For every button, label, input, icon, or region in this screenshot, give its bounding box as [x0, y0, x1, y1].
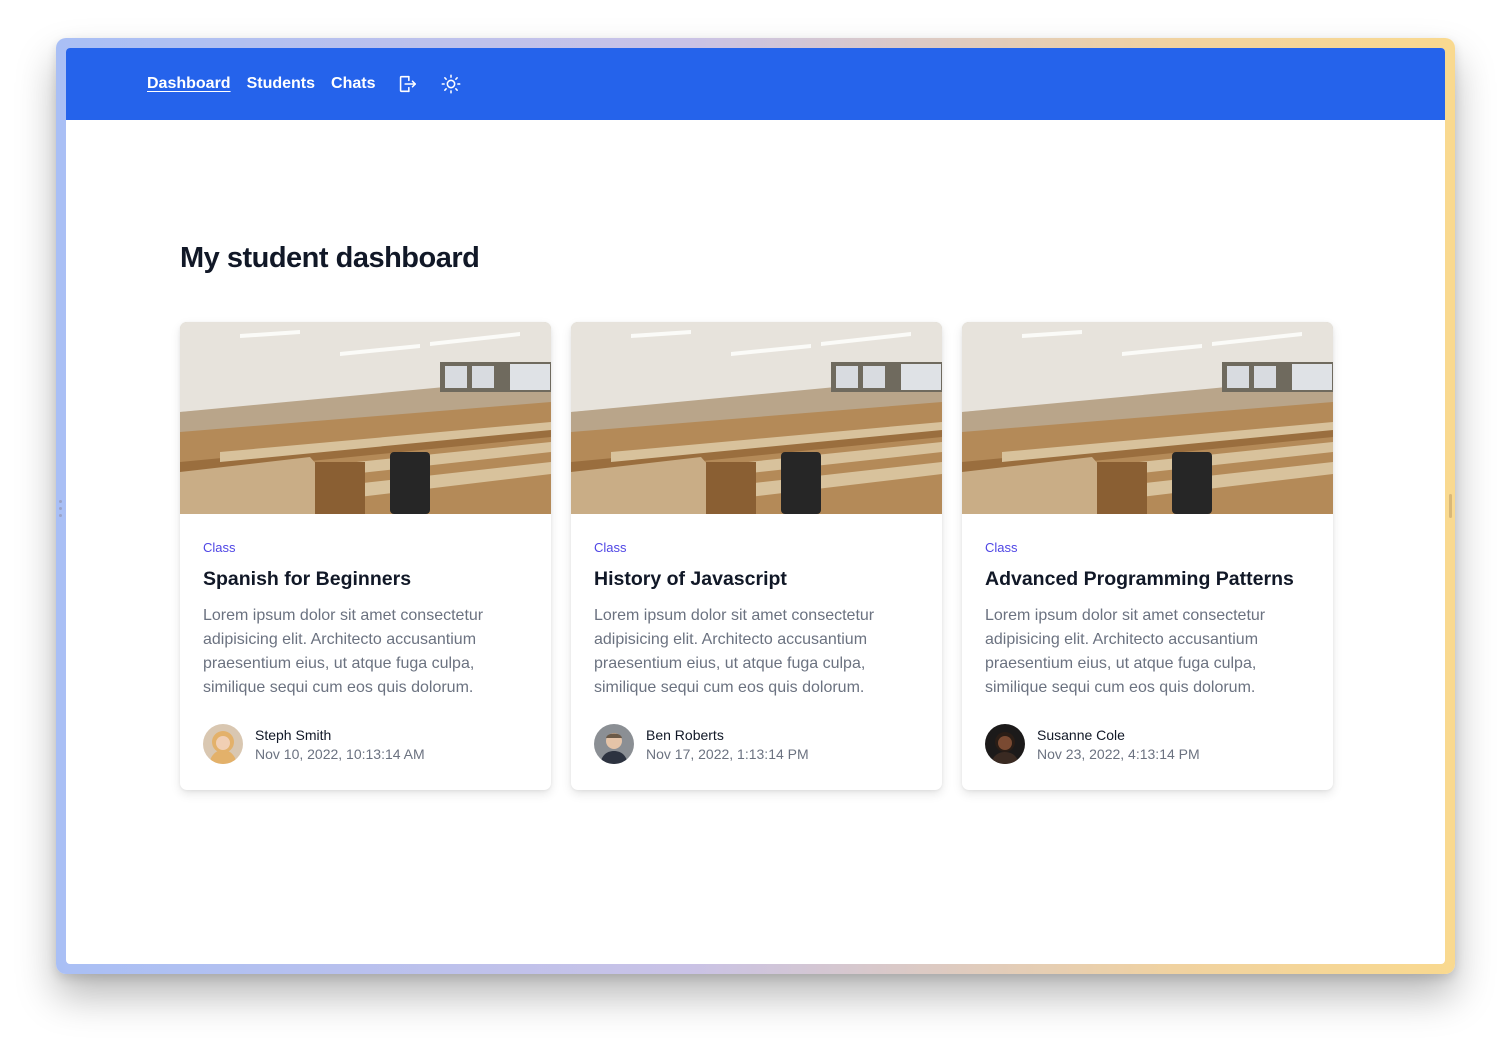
card-author: Ben Roberts Nov 17, 2022, 1:13:14 PM — [594, 724, 919, 764]
class-card[interactable]: Class History of Javascript Lorem ipsum … — [571, 322, 942, 790]
card-body: Class Advanced Programming Patterns Lore… — [962, 514, 1333, 764]
card-title[interactable]: Spanish for Beginners — [203, 568, 528, 591]
card-description: Lorem ipsum dolor sit amet consectetur a… — [985, 607, 1266, 696]
card-author: Susanne Cole Nov 23, 2022, 4:13:14 PM — [985, 724, 1310, 764]
avatar[interactable] — [985, 724, 1025, 764]
lecture-hall-image — [962, 322, 1333, 514]
browser-viewport: Dashboard Students Chats My student dash… — [66, 48, 1445, 964]
card-category: Class — [594, 540, 627, 555]
resize-grip-left[interactable] — [59, 500, 63, 524]
card-body: Class History of Javascript Lorem ipsum … — [571, 514, 942, 764]
sun-icon[interactable] — [439, 72, 463, 96]
author-info: Ben Roberts Nov 17, 2022, 1:13:14 PM — [646, 727, 809, 762]
logout-icon[interactable] — [395, 72, 419, 96]
nav-link-chats[interactable]: Chats — [331, 75, 375, 93]
card-author: Steph Smith Nov 10, 2022, 10:13:14 AM — [203, 724, 528, 764]
nav-link-dashboard[interactable]: Dashboard — [147, 75, 231, 93]
post-date: Nov 10, 2022, 10:13:14 AM — [255, 745, 425, 762]
card-body: Class Spanish for Beginners Lorem ipsum … — [180, 514, 551, 764]
nav-link-students[interactable]: Students — [247, 75, 315, 93]
window-frame: Dashboard Students Chats My student dash… — [56, 38, 1455, 974]
author-name[interactable]: Susanne Cole — [1037, 727, 1200, 743]
author-name[interactable]: Steph Smith — [255, 727, 425, 743]
author-info: Susanne Cole Nov 23, 2022, 4:13:14 PM — [1037, 727, 1200, 762]
card-title[interactable]: History of Javascript — [594, 568, 919, 591]
lecture-hall-image — [180, 322, 551, 514]
avatar[interactable] — [203, 724, 243, 764]
card-description: Lorem ipsum dolor sit amet consectetur a… — [594, 607, 875, 696]
avatar[interactable] — [594, 724, 634, 764]
author-name[interactable]: Ben Roberts — [646, 727, 809, 743]
post-date: Nov 17, 2022, 1:13:14 PM — [646, 745, 809, 762]
author-info: Steph Smith Nov 10, 2022, 10:13:14 AM — [255, 727, 425, 762]
card-category: Class — [985, 540, 1018, 555]
class-card[interactable]: Class Advanced Programming Patterns Lore… — [962, 322, 1333, 790]
resize-grip-right[interactable] — [1449, 494, 1452, 518]
top-navbar: Dashboard Students Chats — [66, 48, 1445, 120]
page-title: My student dashboard — [180, 242, 480, 274]
card-description: Lorem ipsum dolor sit amet consectetur a… — [203, 607, 484, 696]
card-title[interactable]: Advanced Programming Patterns — [985, 568, 1310, 591]
class-card[interactable]: Class Spanish for Beginners Lorem ipsum … — [180, 322, 551, 790]
lecture-hall-image — [571, 322, 942, 514]
main-content: My student dashboard Class Spanish for B… — [66, 120, 1445, 790]
card-category: Class — [203, 540, 236, 555]
class-card-list: Class Spanish for Beginners Lorem ipsum … — [180, 322, 1445, 790]
post-date: Nov 23, 2022, 4:13:14 PM — [1037, 745, 1200, 762]
